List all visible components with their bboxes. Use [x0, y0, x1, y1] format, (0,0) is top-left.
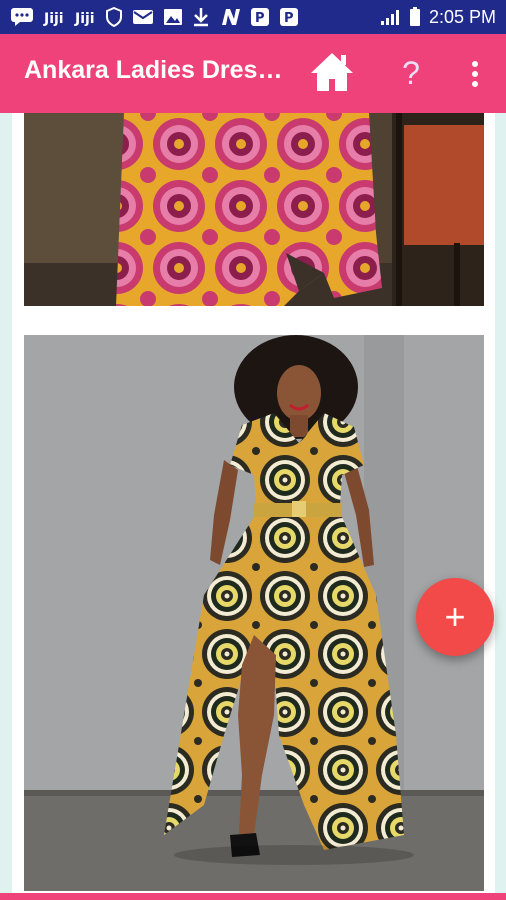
download-icon — [192, 6, 210, 28]
bottom-accent-bar — [0, 893, 506, 900]
home-icon — [311, 53, 353, 91]
overflow-menu-button[interactable] — [464, 54, 486, 94]
shield-icon — [105, 6, 123, 28]
app-bar: Ankara Ladies Dresses ? — [0, 34, 506, 113]
svg-text:ji: ji — [84, 11, 95, 27]
battery-icon — [409, 6, 421, 28]
svg-text:P: P — [255, 11, 265, 26]
svg-text:Ji: Ji — [43, 11, 54, 27]
home-button[interactable] — [309, 49, 355, 95]
dress-image-card[interactable] — [24, 113, 484, 306]
n-icon — [219, 6, 241, 28]
plus-icon: + — [444, 596, 466, 637]
status-bar: Ji ji Ji ji P P 2:05 PM — [0, 0, 506, 34]
svg-text:Ji: Ji — [74, 11, 85, 27]
p-icon: P — [250, 6, 270, 28]
signal-icon — [379, 6, 401, 28]
mail-icon — [132, 6, 154, 28]
image-icon — [163, 6, 183, 28]
svg-text:ji: ji — [53, 11, 64, 27]
ankara-dress-photo-1 — [24, 113, 484, 306]
ji-icon: Ji ji — [43, 6, 65, 28]
ankara-dress-photo-2 — [24, 335, 484, 891]
image-list[interactable]: + — [0, 113, 506, 893]
ji-icon: Ji ji — [74, 6, 96, 28]
page-title: Ankara Ladies Dresses — [24, 56, 289, 84]
notification-icons: Ji ji Ji ji P P — [10, 6, 299, 28]
add-fab-button[interactable]: + — [416, 578, 494, 656]
p-icon: P — [279, 6, 299, 28]
help-button[interactable]: ? — [394, 50, 428, 96]
dress-image-card[interactable] — [24, 335, 484, 891]
svg-text:P: P — [284, 11, 294, 26]
system-status: 2:05 PM — [379, 6, 496, 28]
chat-icon — [10, 6, 34, 28]
more-vert-icon — [472, 61, 478, 87]
clock: 2:05 PM — [428, 6, 496, 27]
